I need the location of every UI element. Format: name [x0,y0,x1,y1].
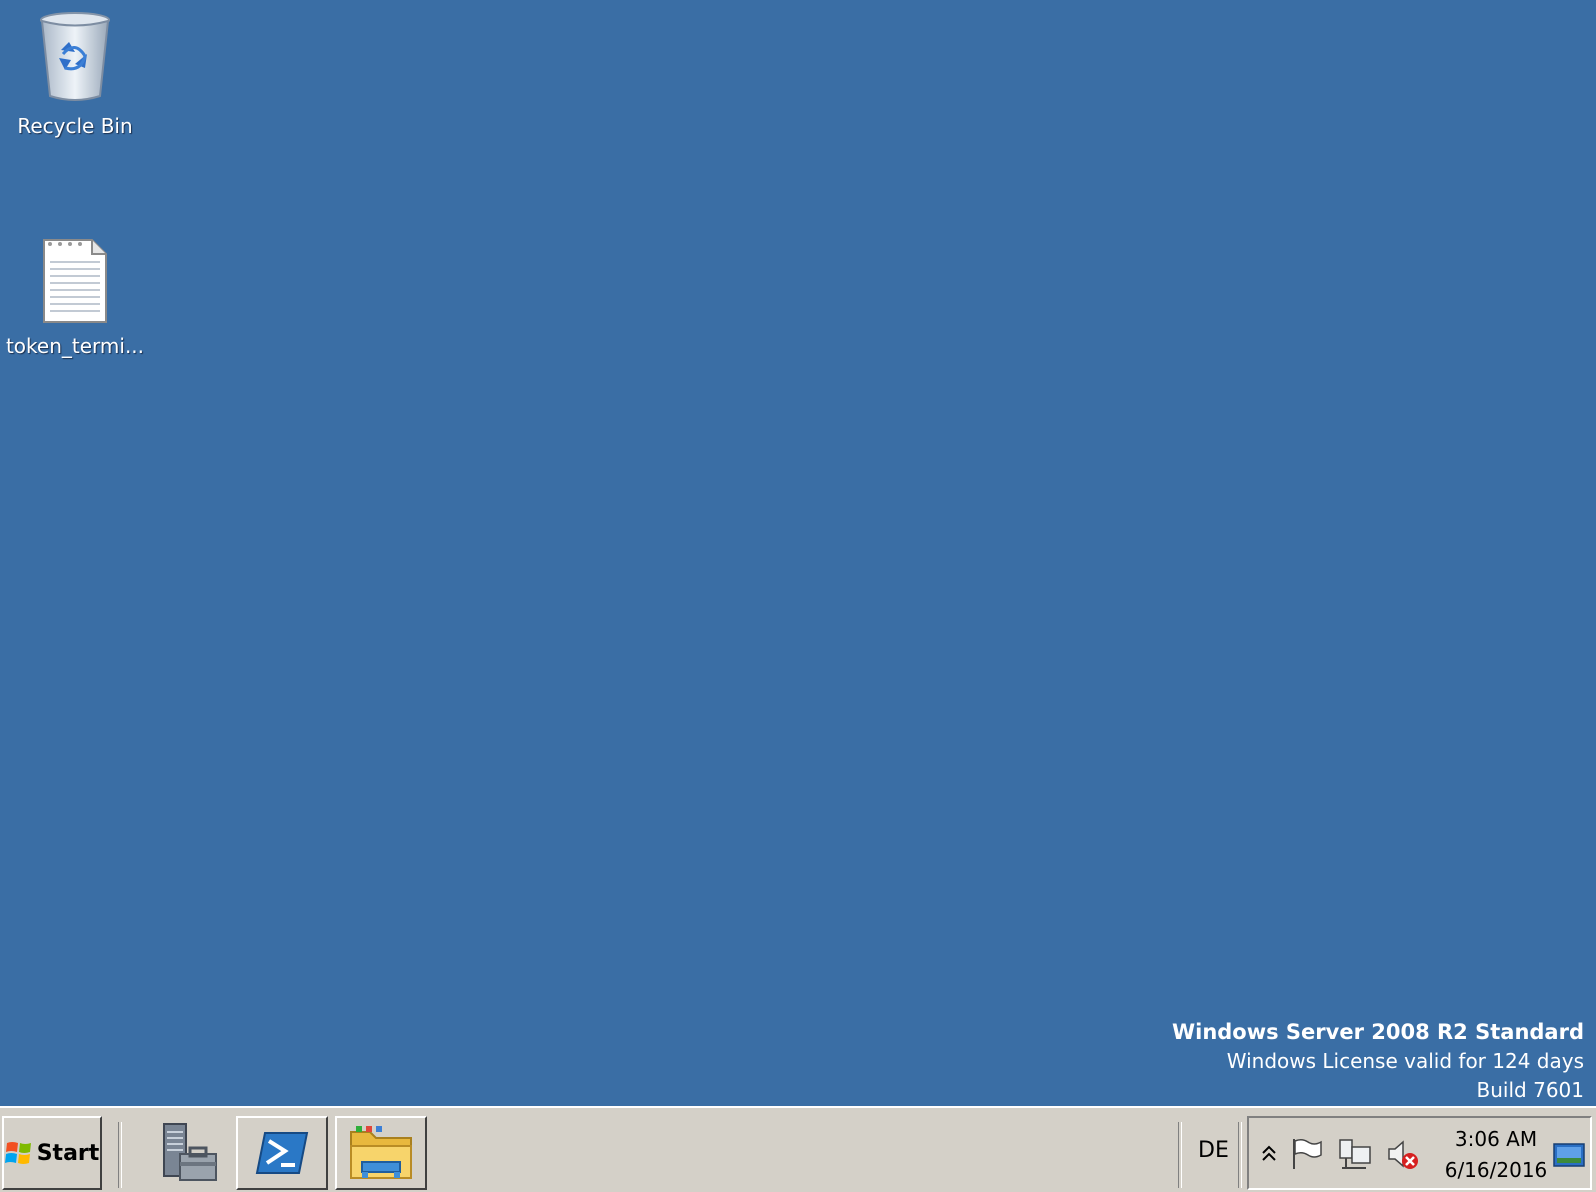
license-text: Windows License valid for 124 days [1226,1049,1584,1073]
taskbar-explorer-button[interactable] [335,1116,427,1190]
server-manager-icon [163,1123,217,1181]
show-hidden-icons-chevron[interactable] [1251,1136,1287,1172]
windows-version-watermark: Windows Server 2008 R2 Standard Windows … [1172,1018,1584,1105]
network-icon[interactable] [1337,1136,1373,1172]
desktop-icon-label: token_termi... [5,334,145,358]
taskbar: Start DE 3:06 AM 6/16/2016 [0,1106,1596,1192]
text-file-icon [43,239,107,323]
desktop[interactable]: Recycle Bin token_termi... Windows Serve… [0,0,1596,1106]
recycle-bin-icon [40,12,110,101]
clock-time: 3:06 AM [1454,1127,1538,1151]
desktop-icon-recycle-bin[interactable]: Recycle Bin [0,10,150,138]
show-desktop-icon[interactable] [1551,1138,1587,1174]
desktop-icon-label: Recycle Bin [17,114,133,138]
clock-date: 6/16/2016 [1444,1158,1548,1182]
taskbar-powershell-button[interactable] [236,1116,328,1190]
taskbar-separator [1178,1122,1182,1188]
taskbar-server-manager-button[interactable] [143,1116,235,1190]
taskbar-separator [1238,1122,1242,1188]
start-button[interactable]: Start [2,1116,102,1190]
taskbar-separator [118,1122,122,1188]
windows-logo-icon [4,1142,31,1164]
windows-edition-text: Windows Server 2008 R2 Standard [1171,1020,1584,1044]
language-indicator[interactable]: DE [1198,1138,1229,1163]
build-text: Build 7601 [1476,1078,1584,1102]
system-clock[interactable]: 3:06 AM 6/16/2016 [1441,1124,1551,1186]
powershell-icon [255,1132,309,1174]
folder-icon [350,1126,412,1179]
action-center-flag-icon[interactable] [1289,1136,1325,1172]
desktop-icon-text-file[interactable]: token_termi... [0,238,150,358]
notification-area: 3:06 AM 6/16/2016 [1247,1116,1592,1190]
start-label: Start [36,1140,100,1166]
volume-muted-icon[interactable] [1385,1136,1421,1172]
